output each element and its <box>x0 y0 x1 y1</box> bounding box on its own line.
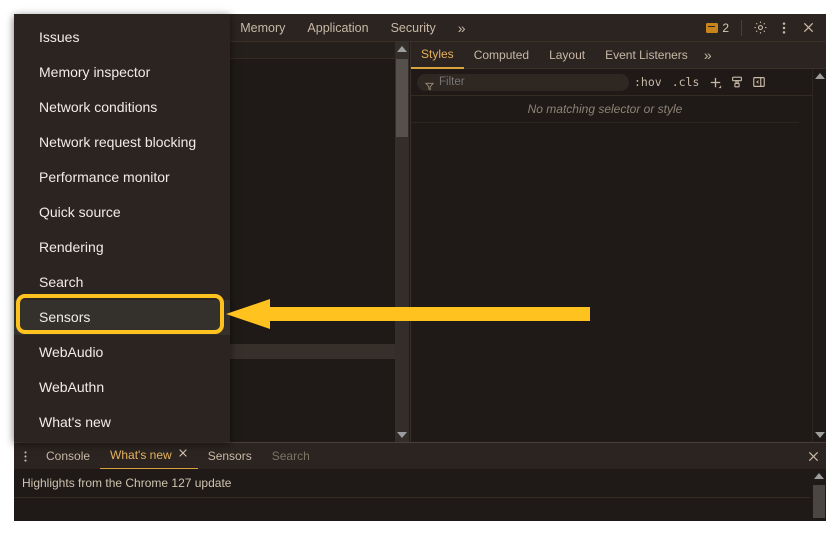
filter-funnel-icon <box>424 82 435 91</box>
drawer-vertical-scrollbar[interactable] <box>812 469 826 521</box>
menu-item-sensors[interactable]: Sensors <box>14 300 230 335</box>
scroll-up-arrow-icon[interactable] <box>812 469 826 483</box>
toolbar-divider <box>741 19 742 36</box>
menu-item-memory-inspector[interactable]: Memory inspector <box>14 55 230 90</box>
paintbrush-icon[interactable] <box>726 72 748 92</box>
drawer-tabstrip: Console What's new Sensors Search <box>14 443 826 470</box>
hov-toggle-button[interactable]: :hov <box>629 75 667 89</box>
menu-item-webauthn[interactable]: WebAuthn <box>14 370 230 405</box>
menu-item-issues[interactable]: Issues <box>14 20 230 55</box>
drawer-tab-label: Search <box>271 448 310 463</box>
close-icon[interactable] <box>796 16 820 40</box>
scroll-down-arrow-icon[interactable] <box>813 428 826 442</box>
menu-item-network-conditions[interactable]: Network conditions <box>14 90 230 125</box>
gear-icon[interactable] <box>748 16 772 40</box>
tab-security[interactable]: Security <box>380 14 447 42</box>
kebab-menu-icon[interactable] <box>14 443 36 469</box>
styles-tabs-overflow-button[interactable]: » <box>698 43 718 68</box>
drawer-tab-console[interactable]: Console <box>36 444 100 469</box>
drawer: Console What's new Sensors Search Highli… <box>14 442 826 521</box>
styles-vertical-scrollbar[interactable] <box>812 69 826 442</box>
drawer-tab-label: What's new <box>110 447 172 462</box>
menu-item-rendering[interactable]: Rendering <box>14 230 230 265</box>
menu-item-webaudio[interactable]: WebAudio <box>14 335 230 370</box>
scrollbar-thumb[interactable] <box>396 59 408 137</box>
tab-computed[interactable]: Computed <box>464 43 539 68</box>
issues-badge[interactable]: 2 <box>700 16 735 40</box>
drawer-message: Highlights from the Chrome 127 update <box>22 476 232 490</box>
top-tabs-overflow-button[interactable]: » <box>447 14 477 42</box>
tab-event-listeners[interactable]: Event Listeners <box>595 43 698 68</box>
menu-item-performance-monitor[interactable]: Performance monitor <box>14 160 230 195</box>
panel-toggle-icon[interactable] <box>748 72 770 92</box>
close-icon[interactable] <box>800 443 826 469</box>
menu-item-search[interactable]: Search <box>14 265 230 300</box>
styles-filter-input[interactable] <box>417 73 629 91</box>
issues-count: 2 <box>722 20 729 35</box>
tab-memory[interactable]: Memory <box>229 14 296 42</box>
drawer-tab-search[interactable]: Search <box>262 444 320 469</box>
scrollbar-thumb[interactable] <box>813 485 825 518</box>
styles-pane: Styles Computed Layout Event Listeners »… <box>410 42 826 442</box>
drawer-tab-whats-new[interactable]: What's new <box>100 443 198 470</box>
menu-item-network-request-blocking[interactable]: Network request blocking <box>14 125 230 160</box>
cls-toggle-button[interactable]: .cls <box>667 75 705 89</box>
tab-layout[interactable]: Layout <box>539 43 595 68</box>
drawer-tab-sensors[interactable]: Sensors <box>198 444 262 469</box>
drawer-body: Highlights from the Chrome 127 update <box>14 469 826 521</box>
message-badge-icon <box>706 22 719 33</box>
drawer-tab-label: Sensors <box>207 448 252 463</box>
scroll-down-arrow-icon[interactable] <box>395 428 409 442</box>
close-icon[interactable] <box>178 443 188 468</box>
more-tools-context-menu: Issues Memory inspector Network conditions… <box>14 14 230 442</box>
menu-item-quick-source[interactable]: Quick source <box>14 195 230 230</box>
scroll-up-arrow-icon[interactable] <box>813 69 826 83</box>
kebab-menu-icon[interactable] <box>772 16 796 40</box>
drawer-divider <box>14 497 810 498</box>
menu-item-what-s-new[interactable]: What's new <box>14 405 230 440</box>
plus-icon[interactable] <box>704 72 726 92</box>
styles-filter-toolbar: :hov .cls <box>411 69 826 96</box>
dom-vertical-scrollbar[interactable] <box>395 42 409 442</box>
scroll-up-arrow-icon[interactable] <box>395 42 409 56</box>
tab-application[interactable]: Application <box>296 14 379 42</box>
drawer-tab-label: Console <box>46 448 91 463</box>
styles-empty-message: No matching selector or style <box>411 96 799 123</box>
styles-tabstrip: Styles Computed Layout Event Listeners » <box>411 42 826 69</box>
tab-styles[interactable]: Styles <box>411 42 464 69</box>
